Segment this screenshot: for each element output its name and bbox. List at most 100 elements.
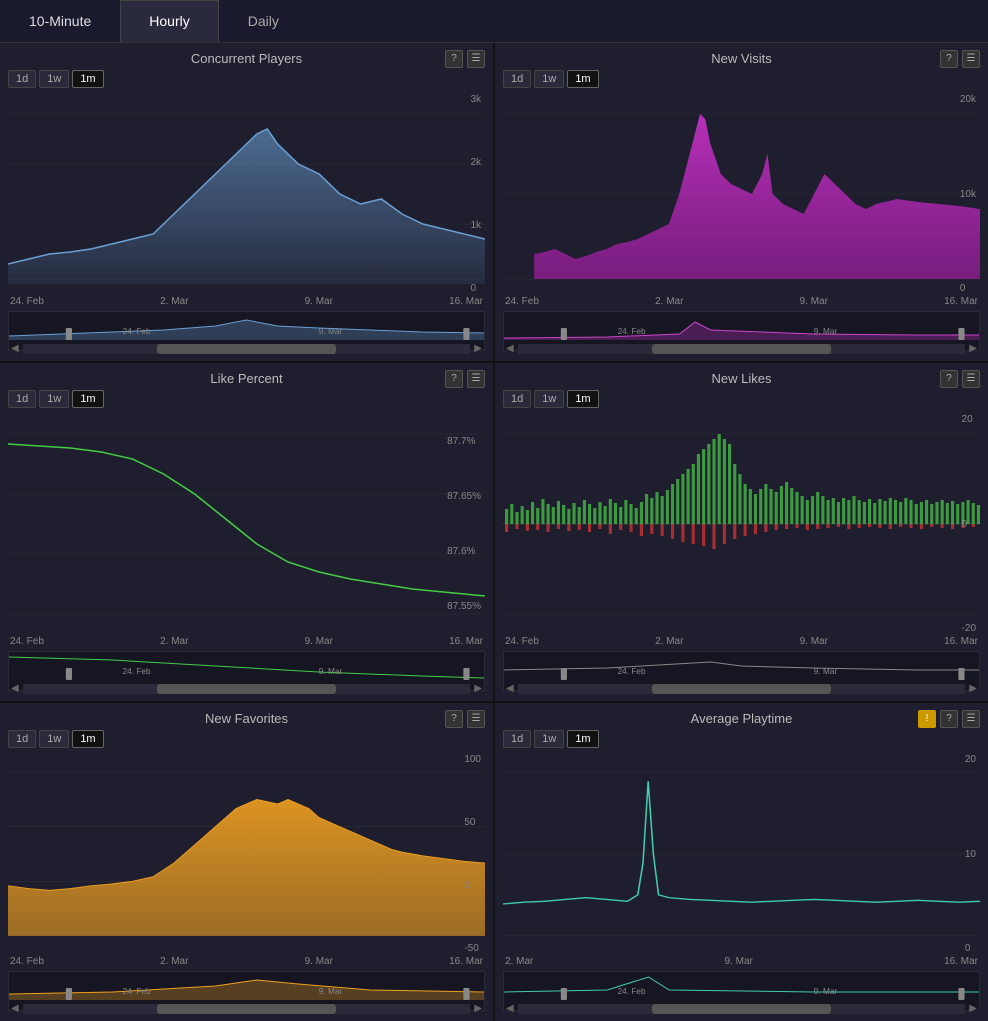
panel-title-newvisits: New Visits (711, 51, 771, 66)
time-buttons-newvisits: 1d 1w 1m (503, 70, 980, 88)
chart-area-newvisits: 20k10k0 (503, 94, 980, 294)
panel-icons-likepct: ? ☰ (445, 370, 485, 388)
panel-header-newlikes: New Likes ? ☰ (503, 371, 980, 386)
time-1d-newlikes[interactable]: 1d (503, 390, 531, 408)
scroll-right-newlikes[interactable]: ▶ (969, 683, 977, 694)
chart-area-playtime: 20100 (503, 754, 980, 954)
scroll-newlikes[interactable]: ◀ ▶ (504, 683, 979, 694)
help-icon-playtime[interactable]: ? (940, 710, 958, 728)
scroll-newvisits[interactable]: ◀ ▶ (504, 343, 979, 354)
scroll-left-favs[interactable]: ◀ (11, 1003, 19, 1014)
panel-title-likepct: Like Percent (210, 371, 282, 386)
svg-text:24. Feb: 24. Feb (618, 987, 646, 996)
chart-area-likepct: 87.7%87.65%87.6%87.55% (8, 414, 485, 634)
tab-10min[interactable]: 10-Minute (0, 0, 120, 42)
svg-text:24. Feb: 24. Feb (123, 667, 151, 676)
x-labels-playtime: 2. Mar9. Mar16. Mar (503, 956, 980, 967)
tab-bar: 10-Minute Hourly Daily (0, 0, 988, 43)
svg-text:24. Feb: 24. Feb (618, 327, 646, 336)
svg-text:24. Feb: 24. Feb (123, 327, 151, 336)
scroll-left-newvisits[interactable]: ◀ (506, 343, 514, 354)
time-buttons-concurrent: 1d 1w 1m (8, 70, 485, 88)
menu-icon-favs[interactable]: ☰ (467, 710, 485, 728)
time-1m-favs[interactable]: 1m (72, 730, 103, 748)
scroll-left-concurrent[interactable]: ◀ (11, 343, 19, 354)
time-buttons-favs: 1d 1w 1m (8, 730, 485, 748)
panel-avg-playtime: Average Playtime ! ? ☰ 1d 1w 1m 20100 (495, 703, 988, 1021)
help-icon-favs[interactable]: ? (445, 710, 463, 728)
scroll-right-likepct[interactable]: ▶ (474, 683, 482, 694)
menu-icon-playtime[interactable]: ☰ (962, 710, 980, 728)
panel-title-concurrent: Concurrent Players (191, 51, 302, 66)
panel-header-playtime: Average Playtime ! ? ☰ (503, 711, 980, 726)
help-icon-concurrent[interactable]: ? (445, 50, 463, 68)
scroll-right-concurrent[interactable]: ▶ (474, 343, 482, 354)
panel-title-favs: New Favorites (205, 711, 288, 726)
time-1d-playtime[interactable]: 1d (503, 730, 531, 748)
time-1w-likepct[interactable]: 1w (39, 390, 69, 408)
time-1m-newvisits[interactable]: 1m (567, 70, 598, 88)
tab-daily[interactable]: Daily (219, 0, 308, 42)
time-1w-concurrent[interactable]: 1w (39, 70, 69, 88)
panel-new-favorites: New Favorites ? ☰ 1d 1w 1m (0, 703, 493, 1021)
time-1d-newvisits[interactable]: 1d (503, 70, 531, 88)
time-1d-favs[interactable]: 1d (8, 730, 36, 748)
panel-icons-concurrent: ? ☰ (445, 50, 485, 68)
svg-text:9. Mar: 9. Mar (319, 987, 343, 996)
scroll-concurrent[interactable]: ◀ ▶ (9, 343, 484, 354)
time-buttons-playtime: 1d 1w 1m (503, 730, 980, 748)
time-1w-newlikes[interactable]: 1w (534, 390, 564, 408)
charts-grid: Concurrent Players ? ☰ 1d 1w 1m (0, 43, 988, 1021)
panel-title-newlikes: New Likes (712, 371, 772, 386)
panel-title-playtime: Average Playtime (691, 711, 793, 726)
scroll-right-favs[interactable]: ▶ (474, 1003, 482, 1014)
time-1m-concurrent[interactable]: 1m (72, 70, 103, 88)
scroll-favs[interactable]: ◀ ▶ (9, 1003, 484, 1014)
panel-header-likepct: Like Percent ? ☰ (8, 371, 485, 386)
help-icon-newvisits[interactable]: ? (940, 50, 958, 68)
x-labels-likepct: 24. Feb2. Mar9. Mar16. Mar (8, 636, 485, 647)
svg-text:24. Feb: 24. Feb (123, 987, 151, 996)
time-buttons-likepct: 1d 1w 1m (8, 390, 485, 408)
time-1m-likepct[interactable]: 1m (72, 390, 103, 408)
time-1w-newvisits[interactable]: 1w (534, 70, 564, 88)
panel-header-newvisits: New Visits ? ☰ (503, 51, 980, 66)
panel-icons-favs: ? ☰ (445, 710, 485, 728)
menu-icon-newlikes[interactable]: ☰ (962, 370, 980, 388)
panel-concurrent-players: Concurrent Players ? ☰ 1d 1w 1m (0, 43, 493, 361)
warn-icon-playtime[interactable]: ! (918, 710, 936, 728)
scroll-right-playtime[interactable]: ▶ (969, 1003, 977, 1014)
chart-area-newlikes: 200-20 (503, 414, 980, 634)
scroll-right-newvisits[interactable]: ▶ (969, 343, 977, 354)
menu-icon-likepct[interactable]: ☰ (467, 370, 485, 388)
svg-text:9. Mar: 9. Mar (319, 667, 343, 676)
time-1d-likepct[interactable]: 1d (8, 390, 36, 408)
time-1m-playtime[interactable]: 1m (567, 730, 598, 748)
menu-icon-newvisits[interactable]: ☰ (962, 50, 980, 68)
scroll-left-likepct[interactable]: ◀ (11, 683, 19, 694)
help-icon-likepct[interactable]: ? (445, 370, 463, 388)
time-1w-favs[interactable]: 1w (39, 730, 69, 748)
time-1w-playtime[interactable]: 1w (534, 730, 564, 748)
mini-newvisits: 24. Feb 9. Mar ◀ ▶ (503, 311, 980, 351)
panel-new-likes: New Likes ? ☰ 1d 1w 1m (495, 363, 988, 701)
panel-icons-newvisits: ? ☰ (940, 50, 980, 68)
help-icon-newlikes[interactable]: ? (940, 370, 958, 388)
mini-likepct: 24. Feb 9. Mar ◀ ▶ (8, 651, 485, 691)
svg-text:24. Feb: 24. Feb (618, 667, 646, 676)
panel-like-percent: Like Percent ? ☰ 1d 1w 1m 87.7%87.65%87.… (0, 363, 493, 701)
svg-text:9. Mar: 9. Mar (814, 667, 838, 676)
panel-icons-newlikes: ? ☰ (940, 370, 980, 388)
panel-icons-playtime: ! ? ☰ (918, 710, 980, 728)
mini-concurrent: 24. Feb 9. Mar ◀ ▶ (8, 311, 485, 351)
scroll-left-newlikes[interactable]: ◀ (506, 683, 514, 694)
tab-hourly[interactable]: Hourly (120, 0, 218, 42)
time-1m-newlikes[interactable]: 1m (567, 390, 598, 408)
time-1d-concurrent[interactable]: 1d (8, 70, 36, 88)
menu-icon-concurrent[interactable]: ☰ (467, 50, 485, 68)
x-labels-concurrent: 24. Feb2. Mar9. Mar16. Mar (8, 296, 485, 307)
svg-text:9. Mar: 9. Mar (814, 327, 838, 336)
scroll-likepct[interactable]: ◀ ▶ (9, 683, 484, 694)
scroll-left-playtime[interactable]: ◀ (506, 1003, 514, 1014)
scroll-playtime[interactable]: ◀ ▶ (504, 1003, 979, 1014)
